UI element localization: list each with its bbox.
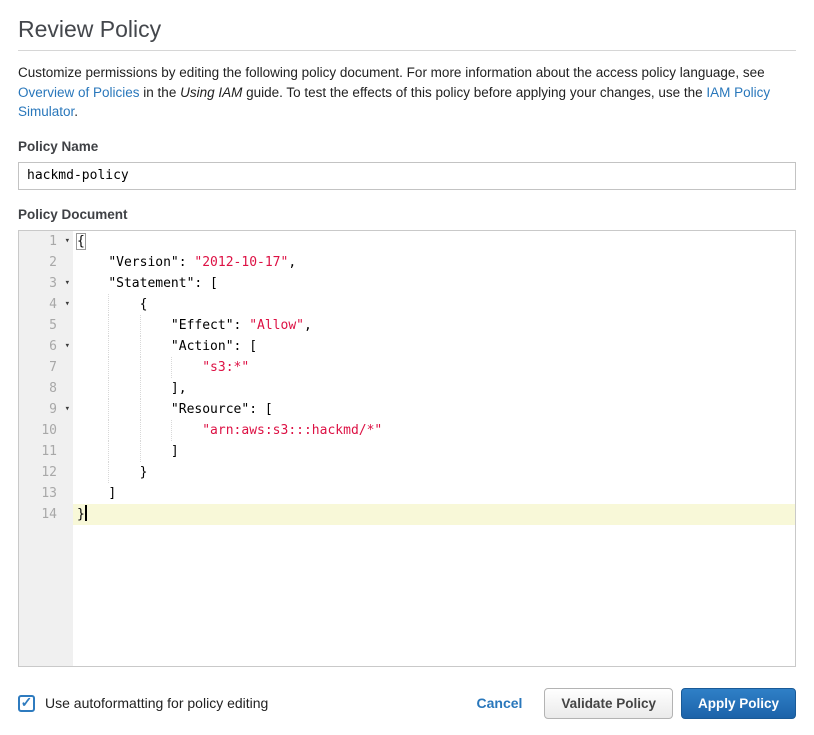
indent-guide [108, 357, 109, 378]
policy-name-input[interactable] [18, 162, 796, 190]
check-icon: ✓ [21, 695, 33, 709]
intro-text-mid1: in the [140, 85, 181, 100]
cancel-link[interactable]: Cancel [477, 695, 523, 711]
review-policy-page: Review Policy Customize permissions by e… [0, 16, 814, 719]
line-number: 6▾ [19, 336, 73, 357]
line-number: 9▾ [19, 399, 73, 420]
indent-guide [108, 399, 109, 420]
indent-guide [171, 357, 172, 378]
indent-guide [140, 315, 141, 336]
apply-policy-button[interactable]: Apply Policy [681, 688, 796, 719]
using-iam-guide-name: Using IAM [180, 85, 242, 100]
page-title: Review Policy [18, 16, 796, 43]
intro-text-before: Customize permissions by editing the fol… [18, 65, 765, 80]
indent-guide [171, 420, 172, 441]
line-number: 7 [19, 357, 73, 378]
code-line[interactable]: "Action": [ [73, 336, 795, 357]
checkbox-icon[interactable]: ✓ [18, 695, 35, 712]
line-number: 1▾ [19, 231, 73, 252]
line-number: 14 [19, 504, 73, 525]
indent-guide [140, 420, 141, 441]
indent-guide [108, 336, 109, 357]
code-line[interactable]: "Statement": [ [73, 273, 795, 294]
code-line[interactable]: { [73, 294, 795, 315]
indent-guide [108, 462, 109, 483]
indent-guide [140, 336, 141, 357]
policy-document-label: Policy Document [18, 207, 796, 222]
autoformat-label: Use autoformatting for policy editing [45, 695, 268, 711]
line-number: 12 [19, 462, 73, 483]
policy-document-editor[interactable]: 1▾23▾4▾56▾789▾1011121314 { "Version": "2… [18, 230, 796, 667]
line-number: 10 [19, 420, 73, 441]
overview-of-policies-link[interactable]: Overview of Policies [18, 85, 140, 100]
intro-text-after: . [74, 104, 78, 119]
autoformat-checkbox[interactable]: ✓ Use autoformatting for policy editing [18, 695, 268, 712]
indent-guide [108, 420, 109, 441]
indent-guide [108, 441, 109, 462]
code-line[interactable]: "Resource": [ [73, 399, 795, 420]
line-number: 11 [19, 441, 73, 462]
code-line[interactable]: } [73, 504, 795, 525]
title-divider [18, 50, 796, 51]
code-line[interactable]: ] [73, 441, 795, 462]
code-line[interactable]: { [73, 231, 795, 252]
line-number: 5 [19, 315, 73, 336]
fold-arrow-icon[interactable]: ▾ [65, 231, 70, 252]
code-line[interactable]: "Effect": "Allow", [73, 315, 795, 336]
line-number: 4▾ [19, 294, 73, 315]
indent-guide [140, 378, 141, 399]
code-line[interactable]: "s3:*" [73, 357, 795, 378]
indent-guide [108, 315, 109, 336]
fold-arrow-icon[interactable]: ▾ [65, 294, 70, 315]
line-number: 2 [19, 252, 73, 273]
indent-guide [108, 294, 109, 315]
footer-bar: ✓ Use autoformatting for policy editing … [18, 688, 796, 719]
code-line[interactable]: ] [73, 483, 795, 504]
line-number: 13 [19, 483, 73, 504]
indent-guide [108, 378, 109, 399]
indent-guide [140, 357, 141, 378]
fold-arrow-icon[interactable]: ▾ [65, 273, 70, 294]
fold-arrow-icon[interactable]: ▾ [65, 399, 70, 420]
line-number: 3▾ [19, 273, 73, 294]
code-line[interactable]: } [73, 462, 795, 483]
intro-text-mid2: guide. To test the effects of this polic… [242, 85, 706, 100]
code-line[interactable]: "Version": "2012-10-17", [73, 252, 795, 273]
code-line[interactable]: ], [73, 378, 795, 399]
editor-gutter: 1▾23▾4▾56▾789▾1011121314 [19, 231, 73, 666]
indent-guide [140, 399, 141, 420]
validate-policy-button[interactable]: Validate Policy [544, 688, 673, 719]
code-line[interactable]: "arn:aws:s3:::hackmd/*" [73, 420, 795, 441]
editor-content[interactable]: { "Version": "2012-10-17", "Statement": … [73, 231, 795, 666]
intro-text: Customize permissions by editing the fol… [18, 63, 796, 122]
policy-name-label: Policy Name [18, 139, 796, 154]
text-cursor [85, 505, 87, 521]
fold-arrow-icon[interactable]: ▾ [65, 336, 70, 357]
indent-guide [140, 441, 141, 462]
action-buttons: Cancel Validate Policy Apply Policy [477, 688, 797, 719]
line-number: 8 [19, 378, 73, 399]
